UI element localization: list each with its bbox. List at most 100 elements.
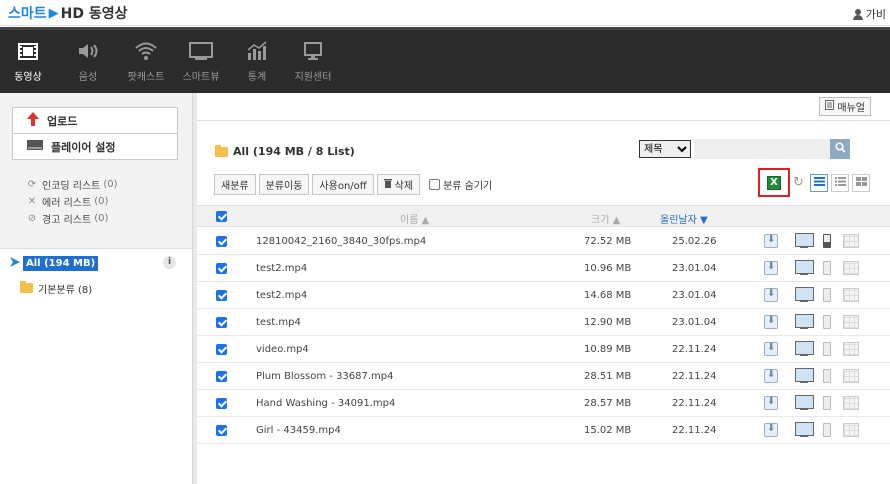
download-icon[interactable] <box>764 315 778 329</box>
hide-category-checkbox[interactable] <box>429 179 441 190</box>
new-category-button[interactable]: 새분류 <box>214 174 256 195</box>
pc-preview-icon[interactable] <box>794 422 814 438</box>
table-row[interactable]: 12810042_2160_3840_30fps.mp4 72.52 MB 25… <box>197 228 890 255</box>
nav-audio[interactable]: 음성 <box>59 40 117 83</box>
embed-grid-icon[interactable] <box>843 234 859 248</box>
row-actions <box>764 260 859 276</box>
move-category-button[interactable]: 분류이동 <box>258 174 310 195</box>
file-name[interactable]: test2.mp4 <box>256 263 307 274</box>
file-size: 15.02 MB <box>584 425 632 436</box>
nav-podcast[interactable]: 팟캐스트 <box>117 40 175 83</box>
excel-export-button[interactable]: X <box>758 168 790 197</box>
search-input[interactable] <box>694 139 830 159</box>
mobile-preview-icon[interactable] <box>823 396 831 410</box>
stat-label: 인코딩 리스트 <box>42 181 101 192</box>
download-icon[interactable] <box>764 234 778 248</box>
encoding-list-link[interactable]: ⟳ 인코딩 리스트 (0) <box>27 176 178 193</box>
pc-preview-icon[interactable] <box>794 368 814 384</box>
manual-button[interactable]: 매뉴얼 <box>819 97 871 116</box>
app-logo[interactable]: 스마트 ▶ HD 동영상 <box>8 3 128 23</box>
nav-video[interactable]: 동영상 <box>0 40 57 83</box>
file-name[interactable]: video.mp4 <box>256 344 309 355</box>
grid-view-button[interactable] <box>852 173 870 192</box>
table-row[interactable]: test2.mp4 14.68 MB 23.01.04 <box>197 282 890 309</box>
table-row[interactable]: test.mp4 12.90 MB 23.01.04 <box>197 309 890 336</box>
table-row[interactable]: test2.mp4 10.96 MB 23.01.04 <box>197 255 890 282</box>
tree-item-default[interactable]: 기본분류 (8) <box>20 280 192 296</box>
pc-preview-icon[interactable] <box>794 341 814 357</box>
delete-button[interactable]: 삭제 <box>376 174 421 195</box>
embed-grid-icon[interactable] <box>843 342 859 356</box>
embed-grid-icon[interactable] <box>843 288 859 302</box>
download-icon[interactable] <box>764 288 778 302</box>
hide-category-toggle[interactable]: 분류 숨기기 <box>429 177 492 192</box>
nav-smartview[interactable]: 스마트뷰 <box>172 40 230 83</box>
file-size: 10.89 MB <box>584 344 632 355</box>
mobile-preview-icon[interactable] <box>823 423 831 437</box>
row-checkbox[interactable] <box>216 290 227 301</box>
mobile-preview-icon[interactable] <box>823 369 831 383</box>
file-name[interactable]: test2.mp4 <box>256 290 307 301</box>
row-checkbox[interactable] <box>216 263 227 274</box>
table-row[interactable]: Girl - 43459.mp4 15.02 MB 22.11.24 <box>197 417 890 444</box>
embed-grid-icon[interactable] <box>843 369 859 383</box>
pc-preview-icon[interactable] <box>794 233 814 249</box>
detail-view-button[interactable] <box>831 173 849 192</box>
pc-preview-icon[interactable] <box>794 260 814 276</box>
download-icon[interactable] <box>764 423 778 437</box>
col-date-header[interactable]: 올린날자 ▼ <box>660 211 708 226</box>
pc-preview-icon[interactable] <box>794 314 814 330</box>
mobile-preview-icon[interactable] <box>823 288 831 302</box>
refresh-icon[interactable]: ↻ <box>793 175 807 190</box>
file-name[interactable]: test.mp4 <box>256 317 301 328</box>
file-name[interactable]: Girl - 43459.mp4 <box>256 425 341 436</box>
search-field-select[interactable]: 제목 <box>639 140 691 158</box>
table-row[interactable]: Hand Washing - 34091.mp4 28.57 MB 22.11.… <box>197 390 890 417</box>
embed-grid-icon[interactable] <box>843 315 859 329</box>
row-checkbox[interactable] <box>216 236 227 247</box>
mobile-preview-icon[interactable] <box>823 261 831 275</box>
download-icon[interactable] <box>764 342 778 356</box>
row-checkbox[interactable] <box>216 317 227 328</box>
excel-icon: X <box>767 175 781 190</box>
player-settings-button[interactable]: 플레이어 설정 <box>12 133 178 160</box>
info-icon[interactable]: i <box>163 256 176 269</box>
upload-button[interactable]: 업로드 <box>12 107 178 134</box>
file-name[interactable]: Hand Washing - 34091.mp4 <box>256 398 395 409</box>
col-size-header[interactable]: 크기 ▲ <box>591 211 620 226</box>
download-icon[interactable] <box>764 261 778 275</box>
mobile-preview-icon[interactable] <box>823 234 831 248</box>
row-checkbox[interactable] <box>216 425 227 436</box>
col-name-header[interactable]: 이름 ▲ <box>400 211 429 226</box>
file-name[interactable]: Plum Blossom - 33687.mp4 <box>256 371 394 382</box>
embed-grid-icon[interactable] <box>843 423 859 437</box>
logo-smart-text: 스마트 <box>8 6 47 22</box>
tree-root-label: All (194 MB) <box>23 255 99 271</box>
pc-preview-icon[interactable] <box>794 395 814 411</box>
table-header: 이름 ▲ 크기 ▲ 올린날자 ▼ <box>197 205 890 227</box>
row-checkbox[interactable] <box>216 344 227 355</box>
speaker-icon <box>59 40 117 62</box>
pc-preview-icon[interactable] <box>794 287 814 303</box>
embed-grid-icon[interactable] <box>843 261 859 275</box>
row-checkbox[interactable] <box>216 371 227 382</box>
list-view-button[interactable] <box>810 173 828 192</box>
file-name[interactable]: 12810042_2160_3840_30fps.mp4 <box>256 236 426 247</box>
embed-grid-icon[interactable] <box>843 396 859 410</box>
error-list-link[interactable]: ✕ 에러 리스트 (0) <box>27 193 178 210</box>
table-row[interactable]: Plum Blossom - 33687.mp4 28.51 MB 22.11.… <box>197 363 890 390</box>
user-menu[interactable]: 가비 <box>852 6 886 22</box>
table-row[interactable]: video.mp4 10.89 MB 22.11.24 <box>197 336 890 363</box>
toggle-use-button[interactable]: 사용on/off <box>312 174 374 195</box>
download-icon[interactable] <box>764 396 778 410</box>
warning-list-link[interactable]: ⊘ 경고 리스트 (0) <box>27 210 178 227</box>
mobile-preview-icon[interactable] <box>823 342 831 356</box>
mobile-preview-icon[interactable] <box>823 315 831 329</box>
nav-support[interactable]: 지원센터 <box>284 40 342 83</box>
upload-date: 22.11.24 <box>672 344 717 355</box>
download-icon[interactable] <box>764 369 778 383</box>
select-all-checkbox[interactable] <box>216 211 227 222</box>
row-checkbox[interactable] <box>216 398 227 409</box>
search-button[interactable] <box>830 139 850 159</box>
nav-stats[interactable]: 통계 <box>228 40 286 83</box>
